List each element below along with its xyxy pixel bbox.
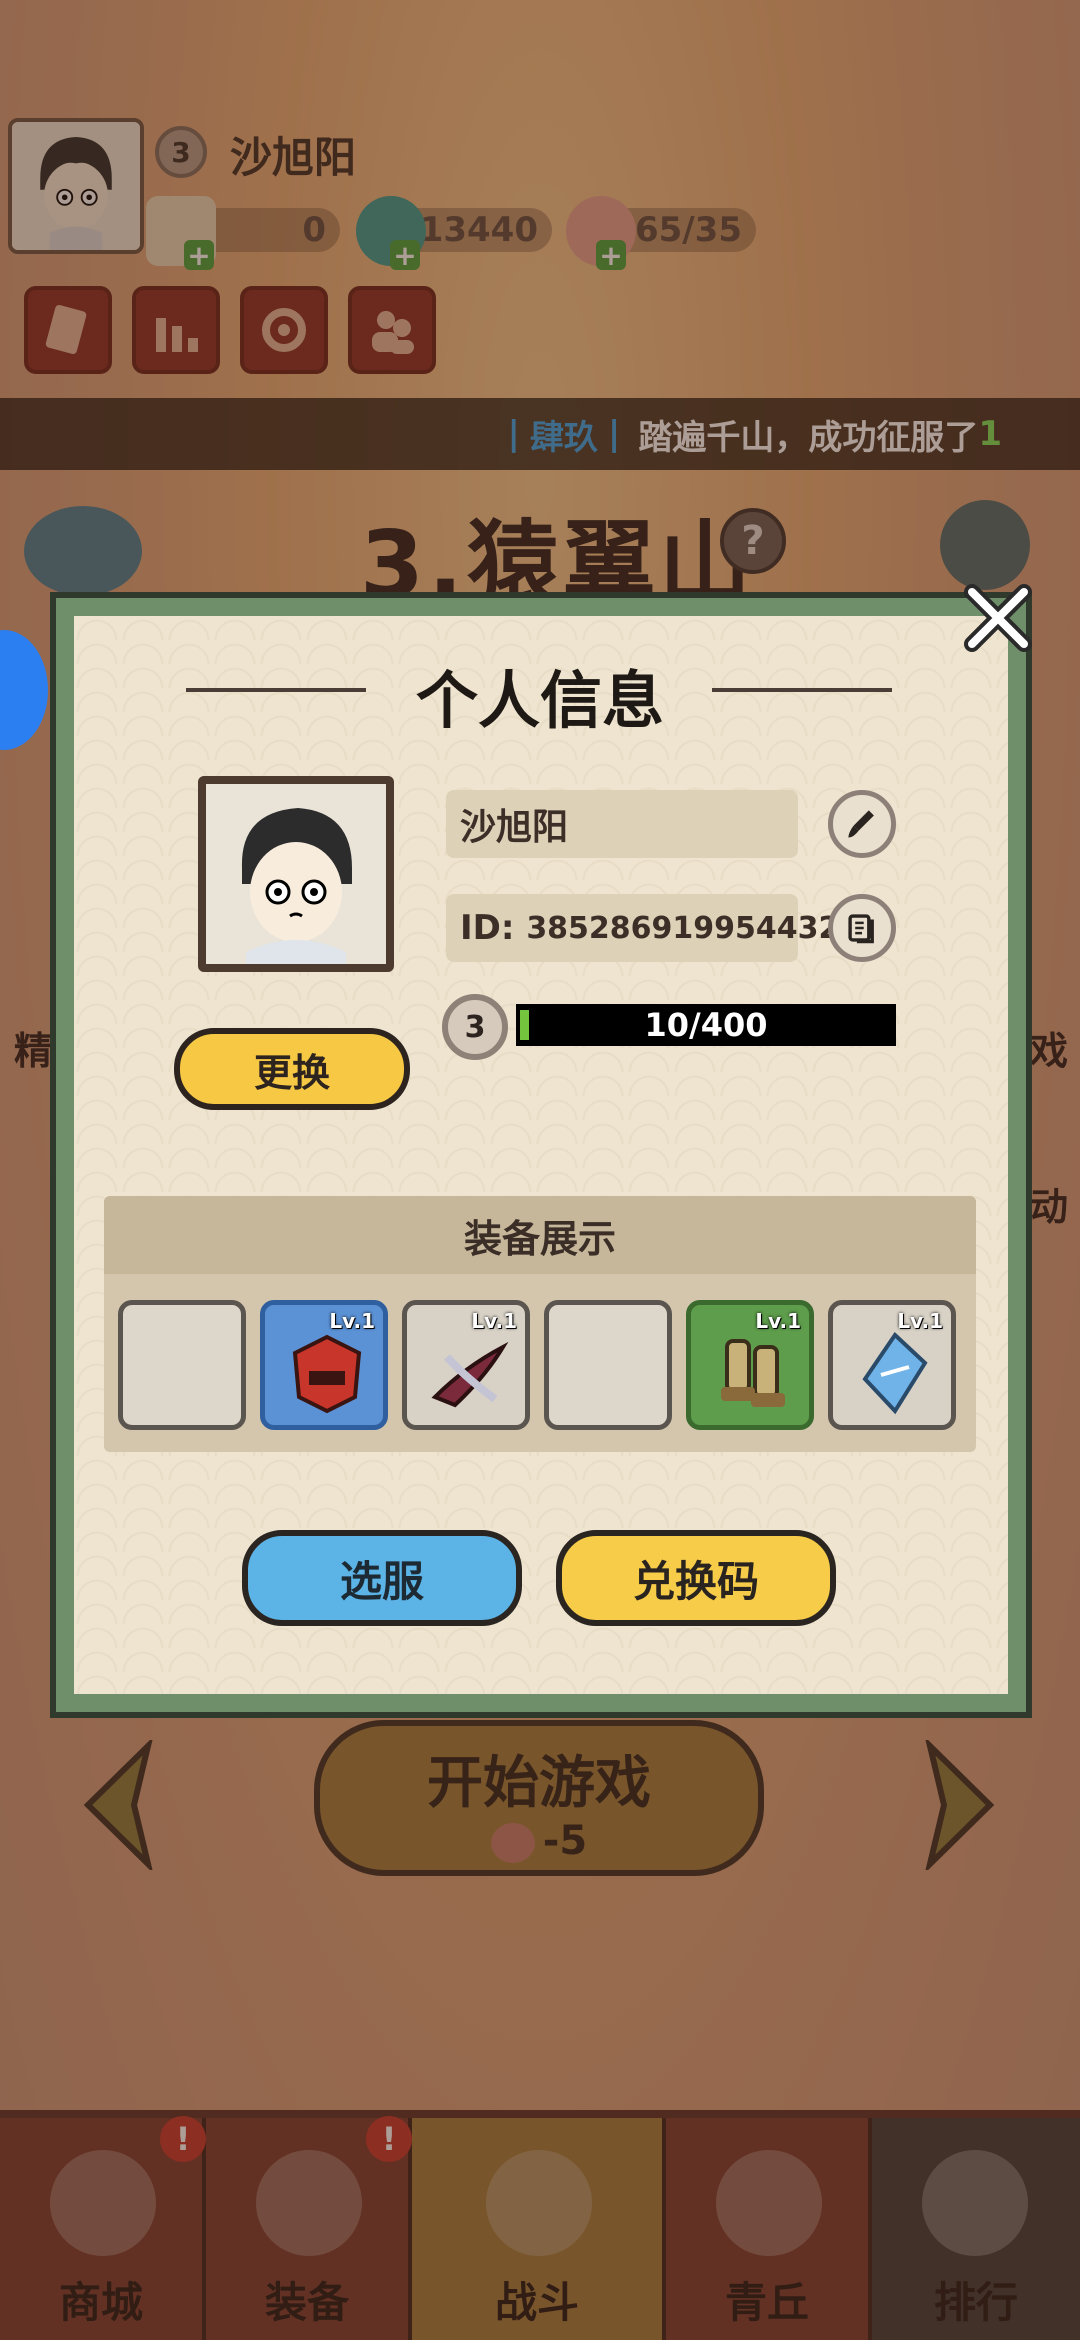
equipment-slot[interactable]: Lv.1 [686, 1300, 814, 1430]
profile-level-badge: 3 [442, 994, 508, 1060]
id-field: ID: 385286919954432 [446, 894, 839, 962]
redeem-code-button[interactable]: 兑换码 [556, 1530, 836, 1626]
close-button[interactable] [958, 578, 1038, 658]
change-avatar-button[interactable]: 更换 [174, 1028, 410, 1110]
equipment-slot[interactable]: Lv.1 [402, 1300, 530, 1430]
equipment-slot[interactable]: Lv.1 [828, 1300, 956, 1430]
id-label: ID: [460, 908, 527, 948]
mask-icon [292, 1334, 362, 1414]
talisman-icon [862, 1331, 928, 1415]
profile-name: 沙旭阳 [460, 807, 569, 848]
profile-modal [50, 592, 1032, 1718]
profile-avatar [198, 776, 394, 972]
modal-title: 个人信息 [415, 664, 664, 737]
xp-progress-bar: 10/400 [516, 1004, 896, 1046]
brush-icon [848, 810, 874, 838]
copy-id-button[interactable] [828, 894, 896, 962]
id-value: 385286919954432 [526, 910, 840, 946]
xp-progress-text: 10/400 [644, 1006, 768, 1044]
select-server-button[interactable]: 选服 [242, 1530, 522, 1626]
equipment-header: 装备展示 [104, 1196, 976, 1274]
horn-weapon-icon [431, 1341, 509, 1408]
boots-icon [721, 1339, 785, 1407]
close-icon [964, 584, 1032, 652]
equipment-slot[interactable] [118, 1300, 246, 1430]
copy-icon [848, 914, 874, 944]
equipment-slot[interactable]: Lv.1 [260, 1300, 388, 1430]
equipment-slot[interactable] [544, 1300, 672, 1430]
edit-name-button[interactable] [828, 790, 896, 858]
name-field: 沙旭阳 [446, 790, 798, 858]
